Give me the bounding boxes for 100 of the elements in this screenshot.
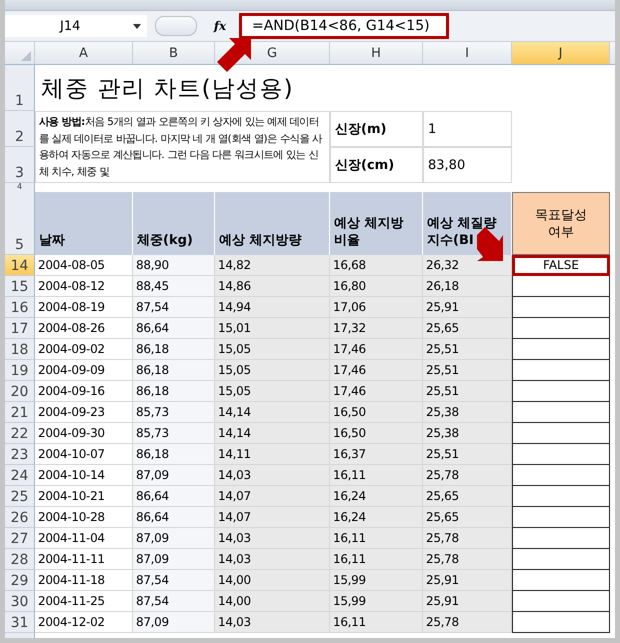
row-header[interactable]: 3: [5, 147, 35, 183]
table-cell: 15,05: [215, 381, 330, 402]
row-header[interactable]: 15: [5, 276, 35, 297]
row-header[interactable]: 4: [5, 183, 35, 193]
row-header[interactable]: 30: [5, 591, 35, 612]
table-cell[interactable]: [512, 507, 610, 528]
table-cell: 87,09: [133, 528, 215, 549]
row-header[interactable]: 5: [5, 192, 35, 255]
row-header[interactable]: 17: [5, 318, 35, 339]
table-cell: 17,46: [330, 339, 423, 360]
table-cell: 2004-10-07: [35, 444, 133, 465]
table-cell: 15,99: [330, 591, 423, 612]
table-cell: 86,18: [133, 339, 215, 360]
table-cell[interactable]: [512, 423, 610, 444]
table-cell: 87,09: [133, 549, 215, 570]
table-cell: 14,00: [215, 591, 330, 612]
table-cell[interactable]: [512, 276, 610, 297]
column-title: 목표달성 여부: [512, 192, 610, 255]
row-header[interactable]: 25: [5, 486, 35, 507]
table-cell: 17,46: [330, 381, 423, 402]
table-cell: 2004-12-02: [35, 612, 133, 633]
table-cell[interactable]: [512, 612, 610, 633]
table-cell: 85,73: [133, 402, 215, 423]
table-cell: 86,18: [133, 381, 215, 402]
table-cell: 87,54: [133, 297, 215, 318]
table-cell: 87,09: [133, 465, 215, 486]
table-cell: 14,14: [215, 402, 330, 423]
splitter-handle[interactable]: [155, 16, 197, 36]
table-cell[interactable]: [512, 339, 610, 360]
height-label: 신장(cm): [330, 147, 423, 183]
row-header[interactable]: 16: [5, 297, 35, 318]
row-header[interactable]: 29: [5, 570, 35, 591]
table-cell[interactable]: FALSE: [512, 255, 610, 276]
table-cell[interactable]: [512, 465, 610, 486]
table-cell: 85,73: [133, 423, 215, 444]
name-box[interactable]: J14: [5, 15, 147, 37]
row-header[interactable]: 23: [5, 444, 35, 465]
instructions-text: 사용 방법:처음 5개의 열과 오른쪽의 키 상자에 있는 예제 데이터를 실제 데이터로 바꿉니다. 마지막 네 개 열(회색 열)은 수식을 사용하여 자동으로 계산됩니다. 그런 다음 다른 워크시트에 있는 신체 치수, 체중 및: [39, 115, 324, 180]
row-header[interactable]: 21: [5, 402, 35, 423]
table-cell: 17,06: [330, 297, 423, 318]
column-header[interactable]: H: [330, 42, 423, 64]
table-cell: 17,46: [330, 360, 423, 381]
table-cell: 17,32: [330, 318, 423, 339]
row-header[interactable]: 2: [5, 111, 35, 147]
row-header[interactable]: 22: [5, 423, 35, 444]
row-header[interactable]: 20: [5, 381, 35, 402]
column-title: 예상 체지방량: [215, 192, 330, 255]
table-cell[interactable]: [512, 318, 610, 339]
table-cell[interactable]: [512, 486, 610, 507]
table-cell: 14,11: [215, 444, 330, 465]
table-cell: 25,38: [423, 402, 512, 423]
table-cell: 25,51: [423, 360, 512, 381]
table-cell[interactable]: [512, 591, 610, 612]
table-cell: 2004-11-04: [35, 528, 133, 549]
table-cell: 14,14: [215, 423, 330, 444]
table-cell: 15,99: [330, 570, 423, 591]
row-header[interactable]: 27: [5, 528, 35, 549]
table-cell[interactable]: [512, 402, 610, 423]
table-cell[interactable]: [512, 570, 610, 591]
table-cell: 2004-11-18: [35, 570, 133, 591]
table-cell: 88,45: [133, 276, 215, 297]
column-header[interactable]: A: [35, 42, 133, 64]
column-title: 날짜: [35, 192, 133, 255]
table-cell[interactable]: [512, 549, 610, 570]
table-cell: 2004-08-26: [35, 318, 133, 339]
table-cell: 14,86: [215, 276, 330, 297]
row-header[interactable]: 1: [5, 65, 35, 111]
column-header[interactable]: J: [512, 42, 610, 64]
row-header[interactable]: 18: [5, 339, 35, 360]
row-header[interactable]: 24: [5, 465, 35, 486]
table-cell[interactable]: [512, 528, 610, 549]
row-header[interactable]: 26: [5, 507, 35, 528]
table-cell[interactable]: [512, 360, 610, 381]
table-cell: 14,03: [215, 465, 330, 486]
insert-function-button[interactable]: fx: [205, 19, 235, 33]
row-header[interactable]: 28: [5, 549, 35, 570]
table-cell: 16,24: [330, 507, 423, 528]
row-header[interactable]: 19: [5, 360, 35, 381]
table-cell: 25,78: [423, 612, 512, 633]
table-cell: 88,90: [133, 255, 215, 276]
table-cell: 14,82: [215, 255, 330, 276]
column-header[interactable]: B: [133, 42, 215, 64]
table-cell: 16,68: [330, 255, 423, 276]
table-cell: 16,50: [330, 423, 423, 444]
height-label: 신장(m): [330, 111, 423, 147]
table-cell: 2004-10-14: [35, 465, 133, 486]
row-header[interactable]: 14: [5, 255, 35, 276]
table-cell: 25,91: [423, 297, 512, 318]
table-cell: 86,64: [133, 318, 215, 339]
row-header[interactable]: 31: [5, 612, 35, 633]
table-cell: 25,51: [423, 381, 512, 402]
table-cell[interactable]: [512, 297, 610, 318]
caret-icon[interactable]: [133, 24, 141, 28]
table-cell: 16,11: [330, 465, 423, 486]
column-title: 예상 체지방 비율: [330, 192, 423, 255]
table-cell: 2004-11-25: [35, 591, 133, 612]
formula-field[interactable]: =AND(B14<86, G14<15): [239, 13, 449, 39]
table-cell[interactable]: [512, 381, 610, 402]
table-cell[interactable]: [512, 444, 610, 465]
table-cell: 26,18: [423, 276, 512, 297]
